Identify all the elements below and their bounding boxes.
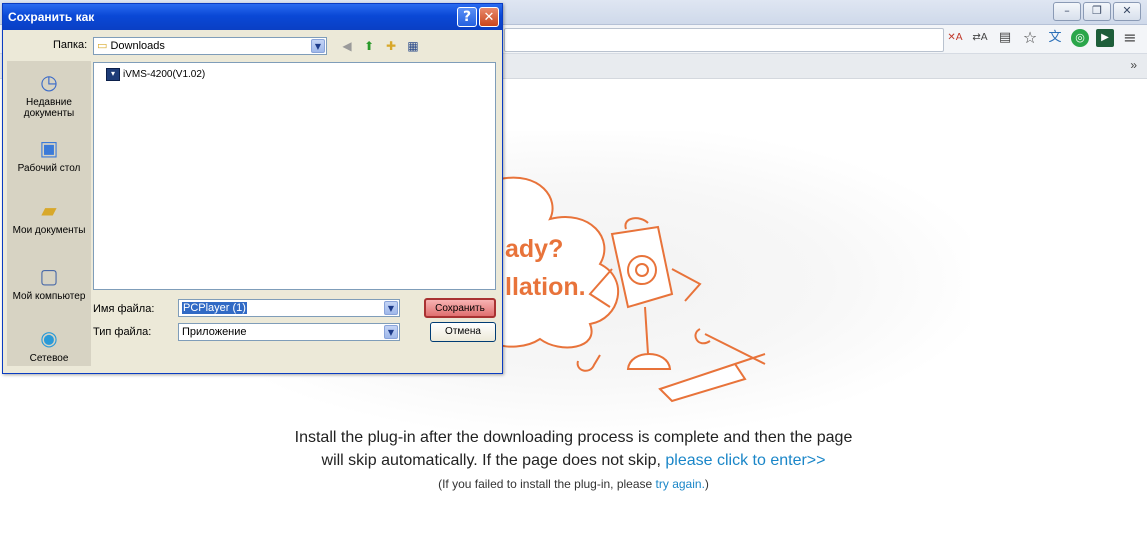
- save-button[interactable]: Сохранить: [424, 298, 496, 318]
- filetype-select[interactable]: Приложение ▼: [178, 323, 400, 341]
- window-controls: – ❐ ✕: [1053, 2, 1141, 21]
- translate-icon[interactable]: ⇄A: [971, 29, 989, 47]
- install-message-line-2-text: will skip automatically. If the page doe…: [321, 452, 666, 469]
- minimize-button[interactable]: –: [1053, 2, 1081, 21]
- place-network[interactable]: ◉ Сетевое: [7, 325, 91, 364]
- place-recent-documents[interactable]: ◷ Недавние документы: [7, 69, 91, 119]
- install-message-line-1: Install the plug-in after the downloadin…: [294, 429, 853, 446]
- place-label: Сетевое: [29, 353, 69, 364]
- place-label: Рабочий стол: [17, 163, 81, 174]
- translate-disabled-icon[interactable]: ✕A: [946, 29, 964, 47]
- chevron-down-icon[interactable]: ▼: [384, 301, 398, 315]
- folder-label: Папка:: [53, 39, 88, 51]
- place-label: Недавние документы: [23, 97, 75, 119]
- extension-icon[interactable]: ▤: [996, 29, 1014, 47]
- desktop-icon: ▣: [39, 136, 59, 160]
- place-label: Мои документы: [12, 225, 86, 236]
- screw-icon: [576, 354, 601, 372]
- dark-extension-icon[interactable]: ▶: [1096, 29, 1114, 47]
- toolbar-icons: ✕A ⇄A ▤ ☆ 文 ◎ ▶ ≡: [946, 29, 1139, 47]
- green-extension-icon[interactable]: ◎: [1071, 29, 1089, 47]
- my-documents-icon: ▰: [41, 198, 57, 222]
- bookmark-star-icon[interactable]: ☆: [1021, 29, 1039, 47]
- menu-icon[interactable]: ≡: [1121, 29, 1139, 47]
- retry-message-suffix: ): [704, 477, 709, 491]
- places-bar: ◷ Недавние документы ▣ Рабочий стол ▰ Мо…: [7, 61, 91, 366]
- headline-line-1: ady?: [505, 235, 564, 263]
- place-label: Мой компьютер: [12, 291, 86, 302]
- install-message-line-2: will skip automatically. If the page doe…: [0, 452, 1147, 470]
- folder-value: Downloads: [110, 40, 165, 52]
- close-window-button[interactable]: ✕: [1113, 2, 1141, 21]
- screwdriver-icon: [658, 353, 766, 403]
- translator-extension-icon[interactable]: 文: [1046, 29, 1064, 47]
- file-icon: ▾: [106, 68, 120, 81]
- enter-link[interactable]: please click to enter>>: [665, 452, 825, 469]
- place-my-documents[interactable]: ▰ Мои документы: [7, 197, 91, 236]
- try-again-link[interactable]: try again.: [656, 477, 705, 491]
- new-folder-icon[interactable]: ✚: [383, 38, 399, 54]
- save-as-dialog: Сохранить как ? ✕ Папка: ▭ Downloads ▼ ◀…: [2, 3, 503, 374]
- cancel-button[interactable]: Отмена: [430, 322, 496, 342]
- filename-value: PCPlayer (1): [182, 302, 247, 314]
- dialog-title: Сохранить как: [8, 10, 95, 24]
- recent-documents-icon: ◷: [40, 70, 58, 94]
- folder-select[interactable]: ▭ Downloads ▼: [93, 37, 327, 55]
- retry-message: (If you failed to install the plug-in, p…: [0, 477, 1147, 491]
- filename-label: Имя файла:: [93, 303, 155, 315]
- restore-button[interactable]: ❐: [1083, 2, 1111, 21]
- chevron-down-icon[interactable]: ▼: [384, 325, 398, 339]
- wrench-icon: [694, 328, 766, 365]
- up-folder-icon[interactable]: ⬆: [361, 38, 377, 54]
- address-bar[interactable]: [504, 28, 944, 52]
- file-name: iVMS-4200(V1.02): [123, 69, 206, 80]
- file-item[interactable]: ▾ iVMS-4200(V1.02): [106, 68, 205, 81]
- bookmarks-more-button[interactable]: »: [1130, 58, 1137, 72]
- my-computer-icon: ▢: [39, 264, 59, 288]
- filename-input[interactable]: PCPlayer (1) ▼: [178, 299, 400, 317]
- chevron-down-icon[interactable]: ▼: [311, 39, 325, 53]
- retry-message-prefix: (If you failed to install the plug-in, p…: [438, 477, 656, 491]
- help-button[interactable]: ?: [457, 7, 477, 27]
- place-desktop[interactable]: ▣ Рабочий стол: [7, 135, 91, 174]
- dialog-title-bar[interactable]: Сохранить как ? ✕: [3, 4, 502, 30]
- view-menu-icon[interactable]: ▦: [405, 38, 421, 54]
- camera-antenna: [624, 217, 649, 230]
- headline-line-2: llation.: [505, 273, 586, 301]
- folder-nav-icons: ◀ ⬆ ✚ ▦: [339, 38, 421, 54]
- back-icon[interactable]: ◀: [339, 38, 355, 54]
- filetype-value: Приложение: [182, 326, 247, 338]
- place-my-computer[interactable]: ▢ Мой компьютер: [7, 263, 91, 302]
- camera-stand: [626, 306, 672, 370]
- file-list[interactable]: ▾ iVMS-4200(V1.02): [93, 62, 496, 290]
- camera-right-arm: [671, 268, 702, 302]
- camera-lens: [627, 255, 657, 285]
- close-button[interactable]: ✕: [479, 7, 499, 27]
- filetype-label: Тип файла:: [93, 326, 152, 338]
- network-icon: ◉: [40, 326, 58, 350]
- folder-icon: ▭: [97, 39, 108, 52]
